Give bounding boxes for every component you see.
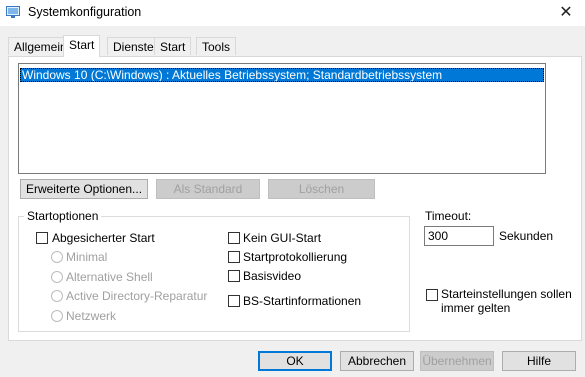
tab-tools[interactable]: Tools [196,37,237,55]
radio-network-label: Netzwerk [66,309,117,323]
window-title: Systemkonfiguration [28,5,142,19]
safe-boot-checkbox[interactable] [36,232,48,244]
delete-button[interactable]: Löschen [268,179,375,199]
cancel-button[interactable]: Abbrechen [340,351,414,371]
boot-log-checkbox[interactable] [228,251,240,263]
system-config-icon [6,6,20,18]
close-button[interactable]: ✕ [548,1,584,25]
radio-ad-repair-label: Active Directory-Reparatur [66,289,208,303]
radio-alternative-shell[interactable] [51,271,63,283]
timeout-label: Timeout: [425,209,472,223]
boot-log-label: Startprotokollierung [243,250,348,264]
tab-dienste[interactable]: Dienste [107,37,160,55]
advanced-options-button[interactable]: Erweiterte Optionen... [20,179,148,199]
list-item[interactable]: Windows 10 (C:\Windows) : Aktuelles Betr… [20,68,544,82]
no-gui-boot-label: Kein GUI-Start [243,231,322,245]
title-bar: Systemkonfiguration ✕ [0,0,585,26]
radio-ad-repair[interactable] [51,290,63,302]
base-video-checkbox[interactable] [228,270,240,282]
make-permanent-label-line1: Starteinstellungen sollen [441,287,572,301]
base-video-label: Basisvideo [243,269,302,283]
timeout-unit-label: Sekunden [499,229,554,243]
os-boot-info-label: BS-Startinformationen [243,294,362,308]
radio-network[interactable] [51,310,63,322]
no-gui-boot-checkbox[interactable] [228,232,240,244]
help-button[interactable]: Hilfe [502,351,576,371]
radio-minimal-label: Minimal [66,250,108,264]
os-boot-info-checkbox[interactable] [228,295,240,307]
make-permanent-label-line2: immer gelten [441,301,511,315]
tab-start-autostart[interactable]: Start [154,37,192,55]
boot-options-legend: Startoptionen [24,209,102,223]
make-permanent-checkbox[interactable] [426,289,438,301]
set-default-button[interactable]: Als Standard [156,179,260,199]
safe-boot-label: Abgesicherter Start [52,231,155,245]
radio-alternative-shell-label: Alternative Shell [66,270,153,284]
radio-minimal[interactable] [51,251,63,263]
tab-start-boot[interactable]: Start [63,35,101,57]
apply-button[interactable]: Übernehmen [420,351,494,371]
ok-button[interactable]: OK [258,351,332,371]
close-icon: ✕ [559,4,573,21]
timeout-input[interactable]: 300 [424,226,494,246]
boot-entry-list[interactable]: Windows 10 (C:\Windows) : Aktuelles Betr… [18,63,546,174]
